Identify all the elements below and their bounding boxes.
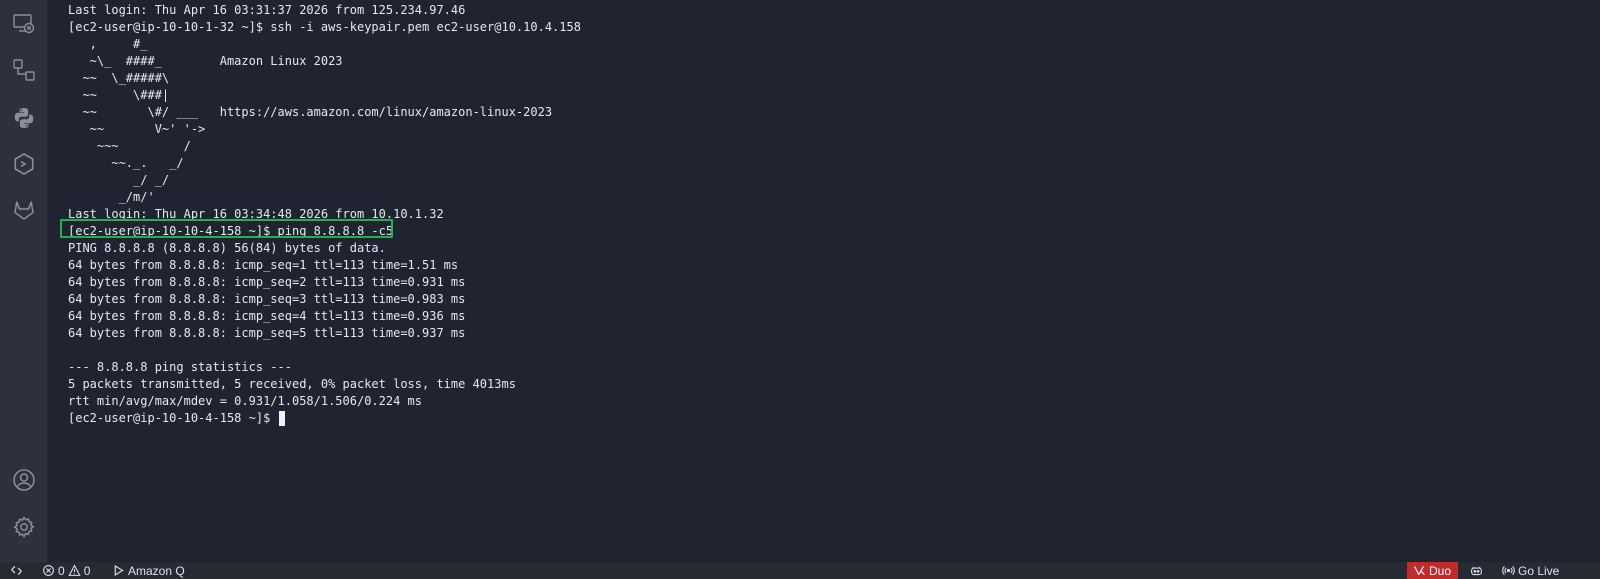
play-outline-icon <box>114 565 124 576</box>
terminal-line: 64 bytes from 8.8.8.8: icmp_seq=1 ttl=11… <box>68 258 459 272</box>
amazon-q-button[interactable]: Amazon Q <box>112 562 185 579</box>
remote-icon <box>11 566 22 575</box>
terminal-line: 64 bytes from 8.8.8.8: icmp_seq=3 ttl=11… <box>68 292 466 306</box>
terminal-line: ~~~ / <box>68 139 191 153</box>
duo-button[interactable]: Duo <box>1407 562 1459 579</box>
terminal-cursor <box>278 411 285 426</box>
terminal-line: ~~ \#/ ___ https://aws.amazon.com/linux/… <box>68 105 553 119</box>
terminal-line: --- 8.8.8.8 ping statistics --- <box>68 360 292 374</box>
terminal-panel[interactable]: Last login: Thu Apr 16 03:31:37 2026 fro… <box>49 0 1600 562</box>
settings-gear-icon[interactable] <box>12 515 36 539</box>
error-count: 0 <box>58 563 65 578</box>
terminal-line: 64 bytes from 8.8.8.8: icmp_seq=4 ttl=11… <box>68 309 466 323</box>
warning-icon <box>68 564 81 576</box>
account-icon[interactable] <box>12 468 36 492</box>
duo-icon <box>1414 566 1425 575</box>
terminal-line: [ec2-user@ip-10-10-1-32 ~]$ ssh -i aws-k… <box>68 20 581 34</box>
ping-command-highlight <box>60 219 393 238</box>
terminal-line: PING 8.8.8.8 (8.8.8.8) 56(84) bytes of d… <box>68 241 386 255</box>
amazon-q-label: Amazon Q <box>128 563 185 578</box>
source-control-icon[interactable] <box>12 58 36 82</box>
terminal-line: ~~ \###| <box>68 88 170 102</box>
go-live-label: Go Live <box>1518 563 1560 578</box>
remote-explorer-icon[interactable] <box>12 12 36 36</box>
terminal-line: _/m/' <box>68 190 155 204</box>
extension-hexagon-icon[interactable] <box>12 152 36 176</box>
remote-indicator-button[interactable] <box>10 562 23 579</box>
terminal-line: 64 bytes from 8.8.8.8: icmp_seq=5 ttl=11… <box>68 326 466 340</box>
terminal-line: ~~ \_#####\ <box>68 71 170 85</box>
terminal-line: , #_ <box>68 37 148 51</box>
terminal-prompt-line[interactable]: [ec2-user@ip-10-10-4-158 ~]$ <box>68 410 581 427</box>
activity-bar <box>0 0 48 562</box>
terminal-prompt: [ec2-user@ip-10-10-4-158 ~]$ <box>68 411 278 425</box>
terminal-line: ~\_ ####_ Amazon Linux 2023 <box>68 54 343 68</box>
warning-count: 0 <box>83 563 91 578</box>
terminal-line: Last login: Thu Apr 16 03:31:37 2026 fro… <box>68 3 466 17</box>
status-bar: 0 0 Amazon Q Duo Go Live <box>0 562 1600 579</box>
terminal-output: Last login: Thu Apr 16 03:31:37 2026 fro… <box>68 2 581 427</box>
go-live-button[interactable]: Go Live <box>1502 562 1559 579</box>
python-icon[interactable] <box>12 106 36 130</box>
terminal-line: rtt min/avg/max/mdev = 0.931/1.058/1.506… <box>68 394 423 408</box>
error-icon <box>43 565 54 576</box>
gitlab-icon[interactable] <box>12 198 36 222</box>
terminal-line: 5 packets transmitted, 5 received, 0% pa… <box>68 377 516 391</box>
terminal-line: ~~._. _/ <box>68 156 184 170</box>
terminal-line: ~~ V~' '-> <box>68 122 206 136</box>
copilot-icon <box>1471 566 1482 576</box>
duo-label: Duo <box>1429 563 1452 578</box>
terminal-line: _/ _/ <box>68 173 170 187</box>
terminal-line: 64 bytes from 8.8.8.8: icmp_seq=2 ttl=11… <box>68 275 466 289</box>
copilot-button[interactable] <box>1470 562 1483 579</box>
problems-button[interactable]: 0 0 <box>42 562 90 579</box>
broadcast-icon <box>1502 566 1515 575</box>
vscode-window: Last login: Thu Apr 16 03:31:37 2026 fro… <box>0 0 1600 579</box>
